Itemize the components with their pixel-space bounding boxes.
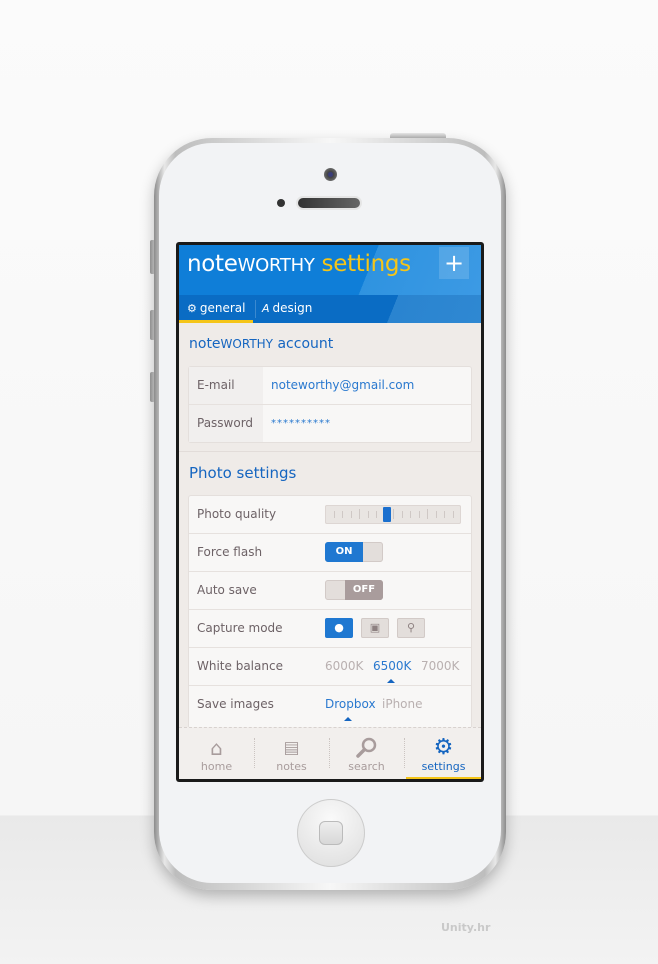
settings-tabs: ⚙ general Adesign	[179, 295, 481, 323]
section-divider	[179, 451, 481, 452]
clipboard-icon: ▤	[283, 738, 300, 758]
nav-search-label: search	[348, 760, 385, 773]
white-balance-option-6000k[interactable]: 6000K	[325, 648, 363, 685]
slider-tick	[435, 511, 437, 518]
save-images-label: Save images	[197, 697, 274, 711]
save-images-row: Save images Dropbox iPhone	[189, 686, 471, 723]
search-icon	[329, 736, 404, 760]
nav-notes-label: notes	[276, 760, 307, 773]
white-balance-label: White balance	[197, 659, 283, 673]
password-row: Password **********	[189, 405, 471, 442]
toggle-off-state: OFF	[345, 580, 383, 600]
slider-tick	[359, 509, 360, 519]
toggle-on-state: ON	[325, 542, 363, 562]
account-card: E-mail noteworthy@gmail.com Password ***…	[189, 367, 471, 442]
home-button[interactable]	[297, 799, 365, 867]
slider-tick	[427, 509, 428, 519]
password-field[interactable]: **********	[271, 405, 331, 442]
photo-section-title: Photo settings	[189, 464, 297, 482]
app: noteWORTHY settings + ⚙ general Adesign n…	[179, 245, 481, 779]
email-field[interactable]: noteworthy@gmail.com	[271, 367, 414, 404]
account-title-caps: WORTHY	[220, 337, 274, 351]
gears-icon: ⚙	[187, 302, 197, 315]
person-icon: ●	[334, 621, 344, 634]
capture-mode-portrait-button[interactable]: ●	[325, 618, 353, 638]
slider-tick	[350, 511, 352, 518]
slider-tick	[401, 511, 403, 518]
nav-separator	[404, 738, 405, 768]
white-balance-option-7000k[interactable]: 7000K	[421, 648, 459, 685]
app-header: noteWORTHY settings +	[179, 245, 481, 295]
capture-mode-landscape-button[interactable]: ▣	[361, 618, 389, 638]
tab-general[interactable]: ⚙ general	[179, 295, 253, 323]
tab-design[interactable]: Adesign	[255, 300, 312, 318]
capture-mode-light-button[interactable]: ⚲	[397, 618, 425, 638]
photo-quality-label: Photo quality	[197, 507, 277, 521]
tab-design-label: design	[272, 301, 313, 315]
nav-search[interactable]: search	[329, 728, 404, 779]
tab-general-label: general	[199, 301, 246, 315]
nav-settings[interactable]: ⚙ settings	[406, 728, 481, 779]
slider-tick	[393, 509, 394, 519]
slider-tick	[452, 511, 454, 518]
slider-tick	[333, 511, 335, 518]
email-row: E-mail noteworthy@gmail.com	[189, 367, 471, 405]
auto-save-row: Auto save OFF	[189, 572, 471, 610]
font-icon: A	[262, 302, 270, 315]
brand-caps: WORTHY	[237, 255, 315, 276]
front-camera	[324, 168, 337, 181]
slider-thumb[interactable]	[382, 507, 391, 522]
screen-title: settings	[321, 251, 412, 277]
email-label: E-mail	[197, 378, 235, 392]
slider-tick	[418, 511, 420, 518]
auto-save-toggle[interactable]: OFF	[325, 580, 383, 600]
selection-caret-icon	[387, 679, 395, 683]
account-title-lower: note	[189, 336, 221, 352]
slider-tick	[376, 511, 377, 518]
nav-home-label: home	[200, 760, 233, 773]
watermark: Unity.hr	[441, 921, 491, 934]
account-section-title: noteWORTHY account	[189, 336, 333, 352]
landscape-icon: ▣	[369, 621, 381, 634]
force-flash-label: Force flash	[197, 545, 263, 559]
brand-lower: note	[187, 251, 238, 277]
nav-notes[interactable]: ▤ notes	[254, 728, 329, 779]
white-balance-row: White balance 6000K 6500K 7000K	[189, 648, 471, 686]
selection-caret-icon	[344, 717, 352, 721]
proximity-sensor	[277, 199, 285, 207]
photo-quality-slider[interactable]	[325, 505, 461, 524]
add-button[interactable]: +	[439, 247, 469, 279]
force-flash-row: Force flash ON	[189, 534, 471, 572]
force-flash-toggle[interactable]: ON	[325, 542, 383, 562]
auto-save-label: Auto save	[197, 583, 257, 597]
slider-tick	[444, 511, 445, 518]
slider-tick	[367, 511, 369, 518]
bottom-nav: ⌂ home ▤ notes search ⚙ settings	[179, 727, 481, 779]
earpiece-speaker	[298, 198, 360, 208]
photo-quality-row: Photo quality	[189, 496, 471, 534]
slider-tick	[410, 511, 411, 518]
nav-settings-label: settings	[421, 760, 466, 773]
account-title-rest: account	[273, 336, 334, 352]
capture-mode-row: Capture mode ● ▣ ⚲	[189, 610, 471, 648]
save-images-option-iphone[interactable]: iPhone	[382, 686, 423, 723]
lightbulb-icon: ⚲	[406, 621, 416, 634]
phone-screen: noteWORTHY settings + ⚙ general Adesign n…	[176, 242, 484, 782]
capture-mode-label: Capture mode	[197, 621, 283, 635]
home-icon: ⌂	[210, 736, 223, 760]
photo-settings-card: Photo quality Force flash ON Auto save O…	[189, 496, 471, 728]
slider-tick	[342, 511, 343, 518]
gear-icon: ⚙	[433, 735, 454, 760]
password-label: Password	[197, 416, 254, 430]
nav-home[interactable]: ⌂ home	[179, 728, 254, 779]
home-button-square-icon	[319, 821, 343, 845]
app-title: noteWORTHY settings	[187, 251, 411, 277]
